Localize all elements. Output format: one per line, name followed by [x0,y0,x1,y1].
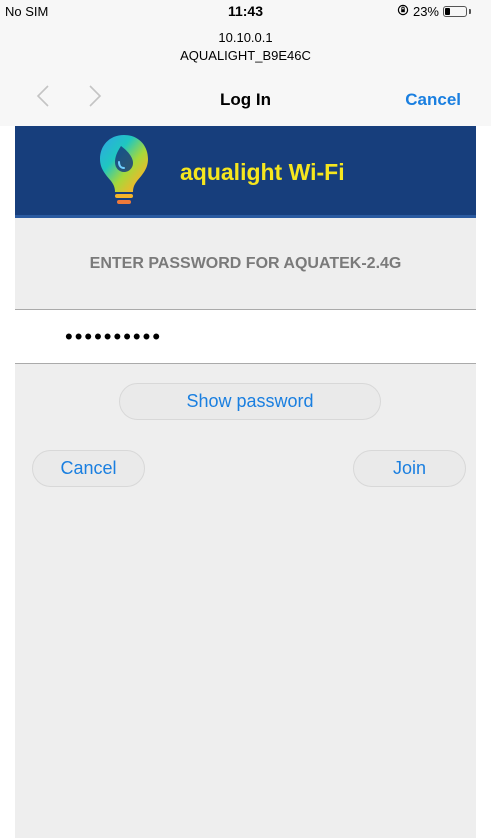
status-right-group: 23% [397,4,471,19]
brand-banner: aqualight Wi-Fi [15,126,476,218]
show-password-button[interactable]: Show password [119,383,381,420]
cancel-button[interactable]: Cancel [32,450,145,487]
lightbulb-logo-icon [97,132,151,215]
brand-name: aqualight Wi-Fi [180,159,345,185]
nav-bar: Log In Cancel [0,70,491,126]
nav-cancel-button[interactable]: Cancel [405,90,461,110]
battery-fill [445,8,450,15]
battery-tip [469,9,471,14]
host-ip: 10.10.0.1 [218,30,273,45]
host-info: 10.10.0.1 AQUALIGHT_B9E46C [0,22,491,70]
join-button[interactable]: Join [353,450,466,487]
password-prompt: ENTER PASSWORD FOR AQUATEK-2.4G [15,218,476,310]
battery-icon [443,6,467,17]
password-input[interactable] [65,322,445,352]
status-bar: No SIM 11:43 23% [0,0,491,22]
rotation-lock-icon [397,4,409,19]
battery-percent: 23% [412,4,439,19]
portal-content: aqualight Wi-Fi ENTER PASSWORD FOR AQUAT… [15,126,476,838]
password-row [15,310,476,364]
network-ssid: AQUALIGHT_B9E46C [180,48,311,63]
password-prompt-text: ENTER PASSWORD FOR AQUATEK-2.4G [89,254,402,272]
